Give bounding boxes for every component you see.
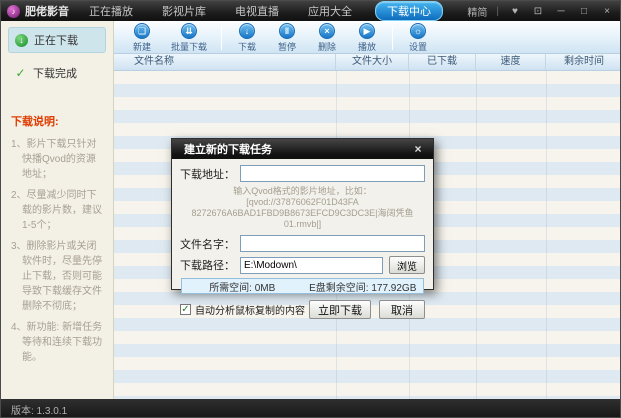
main-nav-tabs: 正在播放 影视片库 电视直播 应用大全 下载中心 — [83, 1, 443, 21]
column-speed[interactable]: 速度 — [476, 54, 546, 70]
auto-analyze-checkbox[interactable]: ✓ — [180, 304, 191, 315]
maximize-button[interactable]: □ — [577, 6, 591, 17]
tab-movie-library[interactable]: 影视片库 — [156, 2, 212, 20]
address-input[interactable] — [240, 165, 425, 182]
address-label: 下载地址： — [180, 166, 240, 182]
column-filename[interactable]: 文件名称 — [114, 54, 336, 70]
simple-mode-button[interactable]: 精简 — [467, 4, 487, 19]
download-button[interactable]: ↓ 下载 — [227, 23, 267, 53]
space-free: E盘剩余空间: 177.92GB — [303, 279, 424, 294]
status-bar: 版本: 1.3.0.1 — [1, 399, 620, 418]
note-item: 1、影片下载只针对快播Qvod的资源地址； — [11, 137, 105, 182]
dialog-close-icon[interactable]: × — [411, 142, 425, 156]
grid-line — [476, 71, 477, 399]
path-label: 下载路径： — [180, 257, 240, 273]
column-time-left[interactable]: 剩余时间 — [546, 54, 621, 70]
pause-icon: ‖ — [279, 23, 295, 39]
column-downloaded[interactable]: 已下载 — [409, 54, 476, 70]
sidebar-item-label: 正在下载 — [34, 32, 78, 48]
settings-icon: ☼ — [410, 23, 426, 39]
new-task-button[interactable]: ❑ 新建 — [122, 23, 162, 53]
note-item: 2、尽量减少同时下载的影片数，建议1-5个； — [11, 188, 105, 233]
toolbar-divider — [221, 26, 222, 50]
sidebar-item-completed[interactable]: ✓ 下载完成 — [8, 61, 106, 85]
minimize-button[interactable]: ─ — [554, 6, 568, 17]
grid-line — [546, 71, 547, 399]
table-header: 文件名称 文件大小 已下载 速度 剩余时间 — [114, 54, 621, 71]
skin-heart-icon[interactable]: ♥ — [508, 6, 522, 17]
check-icon: ✓ — [14, 66, 27, 80]
new-file-icon: ❑ — [134, 23, 150, 39]
play-icon: ▶ — [359, 23, 375, 39]
tray-icon[interactable]: ⊡ — [531, 6, 545, 17]
note-item: 3、删除影片或关闭软件时，尽量先停止下载，否则可能导致下载缓存文件删除不彻底； — [11, 239, 105, 314]
download-icon: ↓ — [239, 23, 255, 39]
tab-app-center[interactable]: 应用大全 — [302, 2, 358, 20]
tab-now-playing[interactable]: 正在播放 — [83, 2, 139, 20]
delete-button[interactable]: × 删除 — [307, 23, 347, 53]
note-item: 4、新功能: 新增任务等待和连续下载功能。 — [11, 320, 105, 365]
notes-title: 下载说明: — [11, 113, 105, 129]
pause-button[interactable]: ‖ 暂停 — [267, 23, 307, 53]
tab-download-center[interactable]: 下载中心 — [375, 1, 443, 21]
title-bar: ♪ 肥佬影音 正在播放 影视片库 电视直播 应用大全 下载中心 精简 | ♥ ⊡… — [1, 1, 620, 21]
dialog-title: 建立新的下载任务 — [184, 141, 272, 157]
batch-download-icon: ⇊ — [181, 23, 197, 39]
dialog-body: 下载地址： 输入Qvod格式的影片地址，比如：[qvod://37876062F… — [172, 159, 433, 319]
toolbar-divider — [392, 26, 393, 50]
disk-space-bar: 所需空间: 0MB E盘剩余空间: 177.92GB — [181, 278, 424, 294]
filename-input[interactable] — [240, 235, 425, 252]
column-filesize[interactable]: 文件大小 — [336, 54, 409, 70]
downloading-icon: ↓ — [15, 34, 28, 47]
sidebar: ↓ 正在下载 ✓ 下载完成 下载说明: 1、影片下载只针对快播Qvod的资源地址… — [1, 21, 114, 399]
address-hint: 输入Qvod格式的影片地址，比如：[qvod://37876062F01D43F… — [180, 186, 425, 230]
settings-button[interactable]: ☼ 设置 — [398, 23, 438, 53]
sidebar-item-label: 下载完成 — [33, 65, 77, 81]
window-controls: 精简 | ♥ ⊡ ─ □ × — [467, 4, 614, 19]
download-now-button[interactable]: 立即下载 — [309, 300, 371, 319]
tab-live-tv[interactable]: 电视直播 — [229, 2, 285, 20]
browse-button[interactable]: 浏览 — [389, 256, 425, 274]
cancel-button[interactable]: 取消 — [379, 300, 425, 319]
app-title: 肥佬影音 — [25, 3, 69, 19]
space-required: 所需空间: 0MB — [182, 279, 303, 294]
app-window: ♪ 肥佬影音 正在播放 影视片库 电视直播 应用大全 下载中心 精简 | ♥ ⊡… — [0, 0, 621, 418]
dialog-title-bar[interactable]: 建立新的下载任务 × — [172, 139, 433, 159]
batch-download-button[interactable]: ⇊ 批量下载 — [162, 23, 216, 53]
close-button[interactable]: × — [600, 6, 614, 17]
filename-label: 文件名字： — [180, 236, 240, 252]
new-download-dialog: 建立新的下载任务 × 下载地址： 输入Qvod格式的影片地址，比如：[qvod:… — [171, 138, 434, 290]
download-toolbar: ❑ 新建 ⇊ 批量下载 ↓ 下载 ‖ 暂停 × 删除 — [114, 21, 621, 54]
path-input[interactable] — [240, 257, 383, 274]
divider: | — [496, 6, 499, 17]
play-button[interactable]: ▶ 播放 — [347, 23, 387, 53]
version-label: 版本: 1.3.0.1 — [11, 402, 67, 417]
download-notes: 下载说明: 1、影片下载只针对快播Qvod的资源地址； 2、尽量减少同时下载的影… — [11, 113, 105, 365]
delete-icon: × — [319, 23, 335, 39]
sidebar-item-downloading[interactable]: ↓ 正在下载 — [8, 27, 106, 53]
app-logo-icon: ♪ — [7, 5, 20, 18]
auto-analyze-label: 自动分析鼠标复制的内容 — [195, 302, 305, 317]
